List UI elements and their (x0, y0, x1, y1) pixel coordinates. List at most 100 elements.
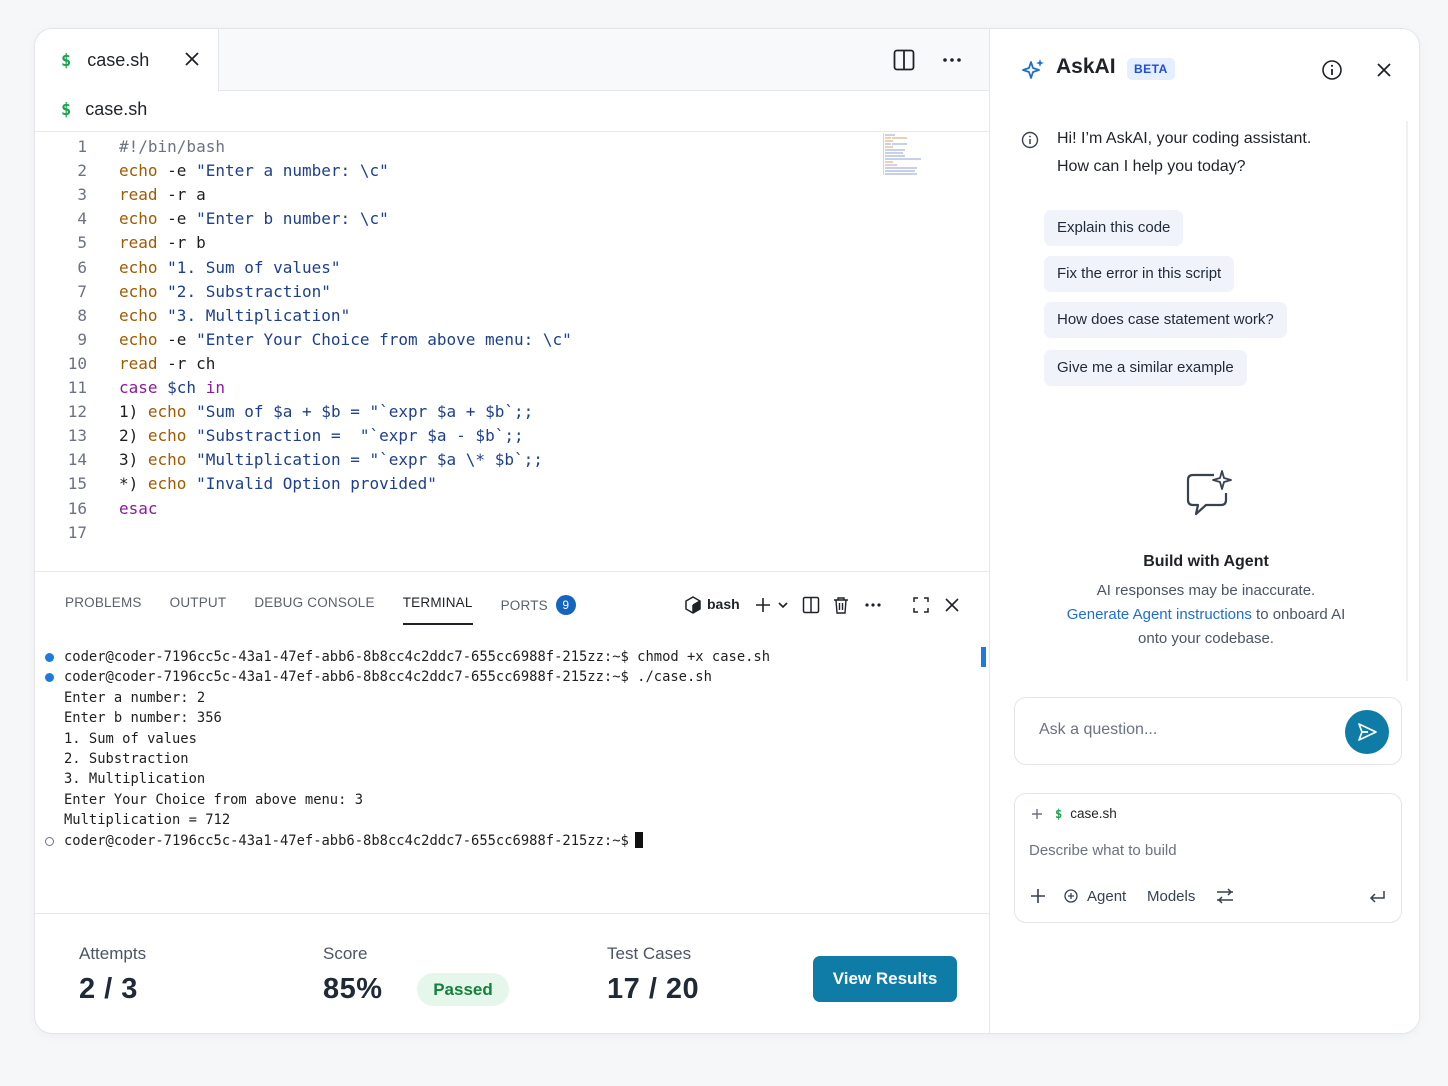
split-editor-icon[interactable] (891, 47, 917, 73)
code-text: *) echo "Invalid Option provided" (119, 472, 437, 496)
agent-info: AI responses may be inaccurate. Generate… (990, 579, 1419, 651)
line-number: 17 (67, 522, 87, 542)
code-text: echo -e "Enter a number: \c" (119, 159, 389, 183)
tab-case-sh[interactable]: $ case.sh (35, 29, 219, 92)
line-number: 7 (77, 281, 87, 301)
minimap[interactable] (883, 133, 943, 175)
terminal-scrollbar[interactable] (981, 647, 986, 667)
code-token: #!/bin/bash (119, 137, 225, 156)
greeting-line: Hi! I’m AskAI, your coding assistant. (1057, 130, 1312, 147)
code-token: $ch (157, 378, 206, 397)
code-text: read -r a (119, 183, 206, 207)
agent-disclaimer: AI responses may be inaccurate. (1096, 582, 1316, 599)
tab-output[interactable]: OUTPUT (170, 595, 227, 621)
code-token: "Enter a number: \c" (196, 161, 389, 181)
code-token: -r a (157, 185, 206, 205)
suggestion-explain-code[interactable]: Explain this code (1044, 210, 1184, 246)
terminal-line: coder@coder-7196cc5c-43a1-47ef-abb6-8b8c… (64, 667, 712, 687)
score-value: 85% (323, 973, 383, 1005)
close-tab-icon[interactable] (182, 49, 202, 69)
chevron-down-icon[interactable] (771, 593, 795, 617)
attempts-label: Attempts (79, 944, 147, 963)
describe-build-input[interactable]: Describe what to build (1029, 842, 1177, 859)
tab-problems[interactable]: PROBLEMS (65, 595, 142, 621)
test-cases-label: Test Cases (607, 944, 692, 963)
enter-icon[interactable] (1367, 888, 1387, 906)
more-actions-icon[interactable] (939, 47, 965, 73)
build-agent-box[interactable]: $ case.sh Describe what to build Agent M… (1014, 793, 1402, 923)
context-file-chip[interactable]: $ case.sh (1031, 806, 1117, 821)
editor-area: $ case.sh $ case.sh 1 #!/bin/bash 2 echo -e… (35, 29, 989, 1033)
terminal-text: coder@coder-7196cc5c-43a1-47ef-abb6-8b8c… (64, 649, 771, 665)
suggestion-similar-example[interactable]: Give me a similar example (1044, 350, 1247, 386)
code-token: echo (147, 474, 187, 494)
line-number: 1 (77, 137, 87, 156)
code-text: 2) echo "Substraction = "`expr $a - $b`;… (119, 424, 524, 448)
split-terminal-icon[interactable] (799, 593, 823, 617)
code-token: -e (157, 329, 197, 349)
terminal-shell-label[interactable]: bash (707, 596, 740, 612)
command-success-dot[interactable] (45, 673, 54, 683)
suggestion-case-statement[interactable]: How does case statement work? (1044, 302, 1287, 338)
test-cases-value: 17 / 20 (607, 973, 700, 1005)
view-results-button[interactable]: View Results (813, 956, 957, 1002)
tab-ports[interactable]: PORTS 9 (501, 595, 576, 621)
terminal-line: Enter b number: 356 (64, 708, 222, 728)
terminal-text: Multiplication = 712 (64, 812, 231, 829)
tab-debug-console[interactable]: DEBUG CONSOLE (254, 595, 374, 621)
maximize-panel-icon[interactable] (909, 593, 933, 617)
code-text: echo -e "Enter b number: \c" (119, 207, 389, 231)
panel-tabs: PROBLEMS OUTPUT DEBUG CONSOLE TERMINAL P… (65, 595, 604, 625)
tab-terminal[interactable]: TERMINAL (402, 595, 473, 625)
context-file-name: case.sh (1070, 806, 1117, 821)
terminal-line: coder@coder-7196cc5c-43a1-47ef-abb6-8b8c… (64, 647, 770, 667)
editor-tab-bar: $ case.sh (35, 29, 989, 92)
code-token: -e (157, 161, 197, 181)
code-token: echo (119, 305, 158, 325)
info-icon[interactable] (1320, 58, 1344, 82)
code-token: echo (119, 209, 158, 229)
add-context-icon[interactable] (1031, 808, 1043, 820)
code-text: #!/bin/bash (119, 135, 225, 159)
chat-sparkle-icon (1186, 470, 1232, 516)
send-button[interactable] (1345, 710, 1389, 754)
terminal-text: coder@coder-7196cc5c-43a1-47ef-abb6-8b8c… (64, 669, 712, 686)
command-pending-dot[interactable] (45, 836, 54, 846)
line-number: 13 (67, 426, 87, 446)
terminal-text: Enter Your Choice from above menu: 3 (64, 791, 364, 808)
plus-icon[interactable] (1029, 887, 1047, 905)
trash-icon[interactable] (829, 593, 853, 617)
askai-scrollbar[interactable] (1406, 121, 1408, 681)
line-number: 4 (77, 209, 87, 229)
info-icon (1021, 131, 1039, 149)
ask-question-input[interactable]: Ask a question... (1039, 721, 1157, 739)
generate-agent-instructions-link[interactable]: Generate Agent instructions (1067, 606, 1252, 623)
settings-sliders-icon[interactable] (1215, 887, 1235, 905)
line-number: 10 (67, 353, 87, 373)
code-token: 3) (119, 450, 148, 470)
ask-question-box[interactable]: Ask a question... (1014, 697, 1402, 765)
code-editor[interactable]: 1 #!/bin/bash 2 echo -e "Enter a number: \c… (35, 131, 989, 571)
models-button[interactable]: Models (1147, 888, 1195, 905)
terminal-text: Enter b number: 356 (64, 710, 222, 727)
suggestion-fix-error[interactable]: Fix the error in this script (1044, 256, 1235, 292)
breadcrumb[interactable]: $ case.sh (61, 99, 147, 120)
close-panel-icon[interactable] (940, 593, 964, 617)
close-icon[interactable] (1372, 58, 1396, 82)
command-success-dot[interactable] (45, 653, 54, 662)
more-actions-icon[interactable] (861, 593, 885, 617)
code-text: esac (119, 497, 158, 521)
code-token: echo (147, 426, 187, 446)
agent-mode-button[interactable]: Agent (1087, 888, 1126, 905)
line-number: 15 (67, 474, 87, 494)
tab-label: case.sh (87, 50, 150, 70)
code-token: read (119, 233, 158, 253)
terminal-line: 2. Substraction (64, 749, 189, 769)
line-number: 5 (77, 233, 87, 253)
code-token: "Substraction = "`expr $a - $b`;; (196, 426, 524, 446)
tab-ports-label: PORTS (500, 598, 548, 613)
code-token: "2. Substraction" (167, 281, 331, 301)
